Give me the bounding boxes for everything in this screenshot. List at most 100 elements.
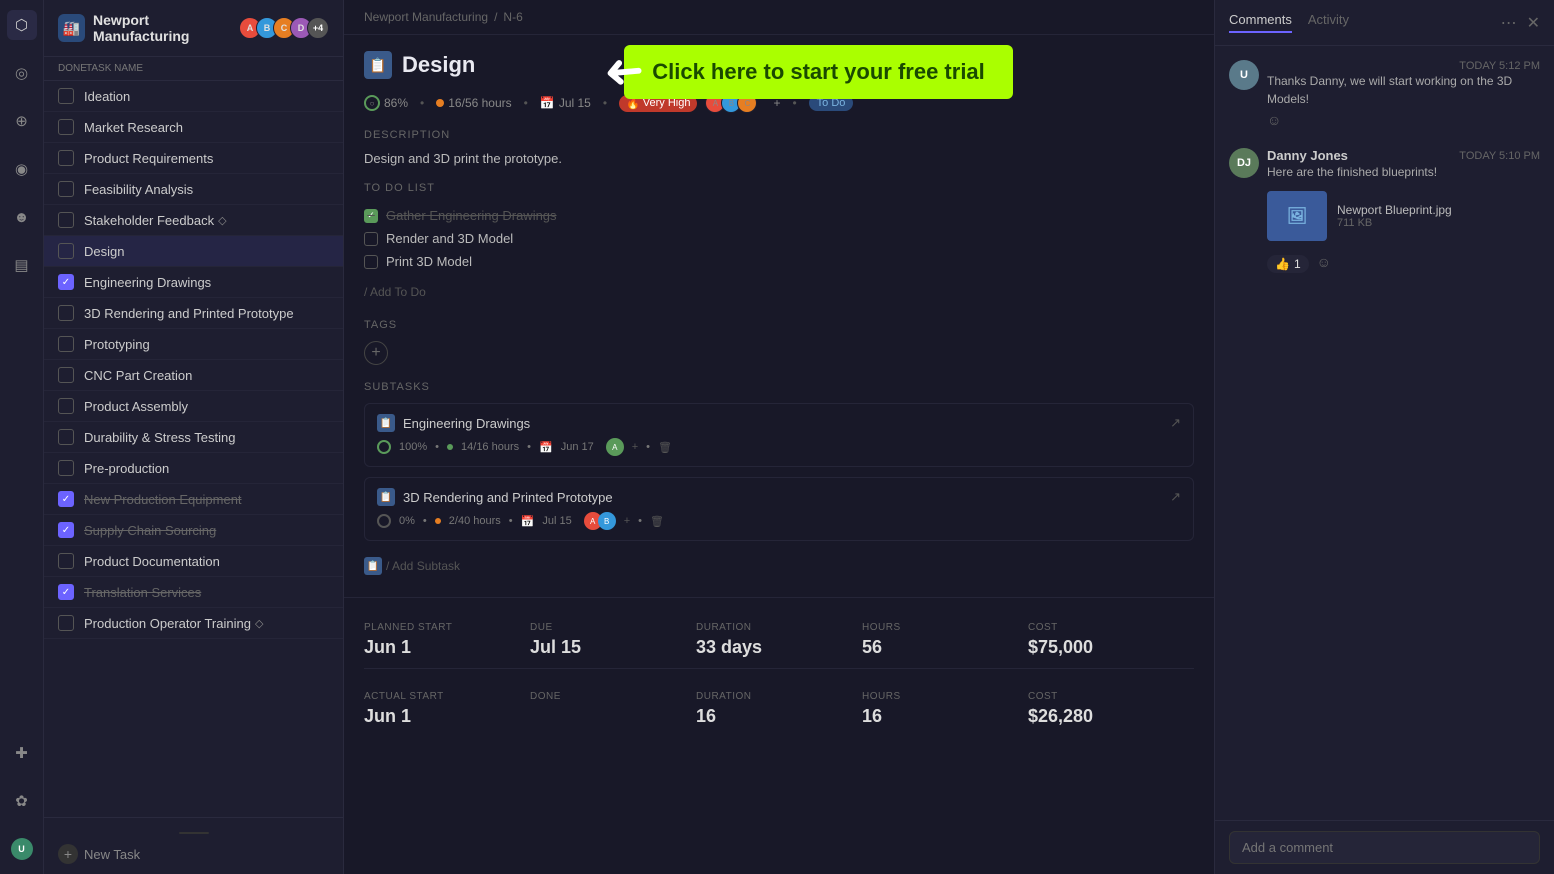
sidebar-bottom: + New Task (44, 817, 343, 874)
reaction-button[interactable]: 👍 1 (1267, 255, 1309, 273)
task-checkbox[interactable] (58, 398, 74, 414)
calendar-icon: 📅 (540, 96, 555, 110)
task-list-item[interactable]: Stakeholder Feedback◇ (44, 205, 343, 236)
task-label: Product Assembly (84, 399, 188, 414)
team-icon[interactable]: ☻ (7, 202, 37, 232)
comment-meta: Danny Jones TODAY 5:10 PM (1267, 148, 1540, 163)
task-checkbox[interactable] (58, 367, 74, 383)
search-icon[interactable]: ⊕ (7, 106, 37, 136)
task-list-item[interactable]: Product Assembly (44, 391, 343, 422)
hours-dot-icon (435, 518, 441, 524)
actual-duration-value: 16 (696, 706, 846, 727)
task-list-item[interactable]: Market Research (44, 112, 343, 143)
task-checkbox[interactable] (58, 615, 74, 631)
task-checkbox[interactable] (58, 119, 74, 135)
add-subtask-button[interactable]: 📋 / Add Subtask (364, 551, 1194, 581)
task-list-item[interactable]: Translation Services (44, 577, 343, 608)
activity-tab[interactable]: Activity (1308, 12, 1349, 33)
task-checkbox[interactable] (58, 88, 74, 104)
task-list-item[interactable]: Feasibility Analysis (44, 174, 343, 205)
comments-tab[interactable]: Comments (1229, 12, 1292, 33)
docs-icon[interactable]: ▤ (7, 250, 37, 280)
add-todo-button[interactable]: / Add To Do (364, 281, 1194, 303)
cost-label: COST (1028, 622, 1178, 633)
task-list-item[interactable]: CNC Part Creation (44, 360, 343, 391)
subtask-icon: 📋 (377, 414, 395, 432)
delete-subtask-icon[interactable]: 🗑 (658, 441, 672, 454)
home-icon[interactable]: ⬡ (7, 10, 37, 40)
add-subtask-assignee[interactable]: + (624, 515, 630, 527)
task-list-item[interactable]: Ideation (44, 81, 343, 112)
task-checkbox[interactable] (58, 150, 74, 166)
new-task-label: New Task (84, 847, 140, 862)
settings-icon[interactable]: ✿ (7, 786, 37, 816)
task-list-item[interactable]: Durability & Stress Testing (44, 422, 343, 453)
new-task-button[interactable]: + New Task (58, 844, 329, 864)
more-options-icon[interactable]: ⋯ (1501, 13, 1517, 33)
task-checkbox[interactable] (58, 429, 74, 445)
comment-text: Thanks Danny, we will start working on t… (1267, 72, 1540, 108)
attachment-thumbnail: 🖼 (1267, 191, 1327, 241)
subtask-name[interactable]: Engineering Drawings (403, 416, 530, 431)
task-list-item[interactable]: New Production Equipment (44, 484, 343, 515)
globe-icon[interactable]: ◉ (7, 154, 37, 184)
emoji-react-button[interactable]: ☺ (1267, 112, 1540, 128)
task-checkbox[interactable] (58, 336, 74, 352)
planned-start-stat: PLANNED START Jun 1 (364, 614, 530, 666)
add-task-icon: + (58, 844, 78, 864)
comment-list: U TODAY 5:12 PM Thanks Danny, we will st… (1215, 46, 1554, 820)
task-list-item[interactable]: Engineering Drawings (44, 267, 343, 298)
task-list-item[interactable]: Production Operator Training◇ (44, 608, 343, 639)
tags-row: + (364, 341, 1194, 365)
comment-body: Danny Jones TODAY 5:10 PM Here are the f… (1267, 148, 1540, 273)
task-list-item[interactable]: Design (44, 236, 343, 267)
promo-banner[interactable]: Click here to start your free trial (624, 45, 1013, 99)
todo-item[interactable]: Render and 3D Model (364, 227, 1194, 250)
task-checkbox[interactable] (58, 491, 74, 507)
task-checkbox[interactable] (58, 584, 74, 600)
task-list-item[interactable]: Product Documentation (44, 546, 343, 577)
task-list-item[interactable]: Supply Chain Sourcing (44, 515, 343, 546)
task-checkbox[interactable] (58, 181, 74, 197)
sidebar: 🏭 Newport Manufacturing A B C D +4 DONE … (44, 0, 344, 874)
external-link-icon[interactable]: ↗ (1170, 415, 1181, 431)
subtask-item: 📋 Engineering Drawings ↗ 100% • 14/16 ho… (364, 403, 1194, 467)
sidebar-header: 🏭 Newport Manufacturing A B C D +4 (44, 0, 343, 57)
todo-item[interactable]: Print 3D Model (364, 250, 1194, 273)
emoji-react-button[interactable]: ☺ (1317, 254, 1331, 270)
comment-text: Here are the finished blueprints! (1267, 163, 1540, 181)
comment-input[interactable] (1229, 831, 1540, 864)
todo-checkbox-checked[interactable] (364, 209, 378, 223)
task-label: CNC Part Creation (84, 368, 192, 383)
external-link-icon[interactable]: ↗ (1170, 489, 1181, 505)
subtask-name[interactable]: 3D Rendering and Printed Prototype (403, 490, 613, 505)
actual-cost-stat: COST $26,280 (1028, 683, 1194, 735)
task-checkbox[interactable] (58, 305, 74, 321)
add-tag-button[interactable]: + (364, 341, 388, 365)
subtask-header: 📋 Engineering Drawings ↗ (377, 414, 1181, 432)
subtask-due: Jul 15 (542, 515, 571, 527)
todo-checkbox[interactable] (364, 232, 378, 246)
close-panel-icon[interactable]: ✕ (1527, 13, 1540, 33)
subtask-progress: 100% (399, 441, 427, 453)
user-icon[interactable]: U (7, 834, 37, 864)
add-subtask-assignee[interactable]: + (632, 441, 638, 453)
activity-icon[interactable]: ◎ (7, 58, 37, 88)
task-list-item[interactable]: Prototyping (44, 329, 343, 360)
comment-avatar: U (1229, 60, 1259, 90)
add-icon[interactable]: ✚ (7, 738, 37, 768)
delete-subtask-icon[interactable]: 🗑 (650, 515, 664, 528)
task-list-item[interactable]: 3D Rendering and Printed Prototype (44, 298, 343, 329)
task-checkbox[interactable] (58, 274, 74, 290)
task-checkbox[interactable] (58, 522, 74, 538)
task-checkbox[interactable] (58, 460, 74, 476)
task-label: 3D Rendering and Printed Prototype (84, 306, 294, 321)
task-checkbox[interactable] (58, 553, 74, 569)
task-checkbox[interactable] (58, 243, 74, 259)
task-checkbox[interactable] (58, 212, 74, 228)
todo-checkbox[interactable] (364, 255, 378, 269)
task-list-item[interactable]: Pre-production (44, 453, 343, 484)
task-label: Supply Chain Sourcing (84, 523, 216, 538)
task-list-item[interactable]: Product Requirements (44, 143, 343, 174)
todo-item[interactable]: Gather Engineering Drawings (364, 204, 1194, 227)
